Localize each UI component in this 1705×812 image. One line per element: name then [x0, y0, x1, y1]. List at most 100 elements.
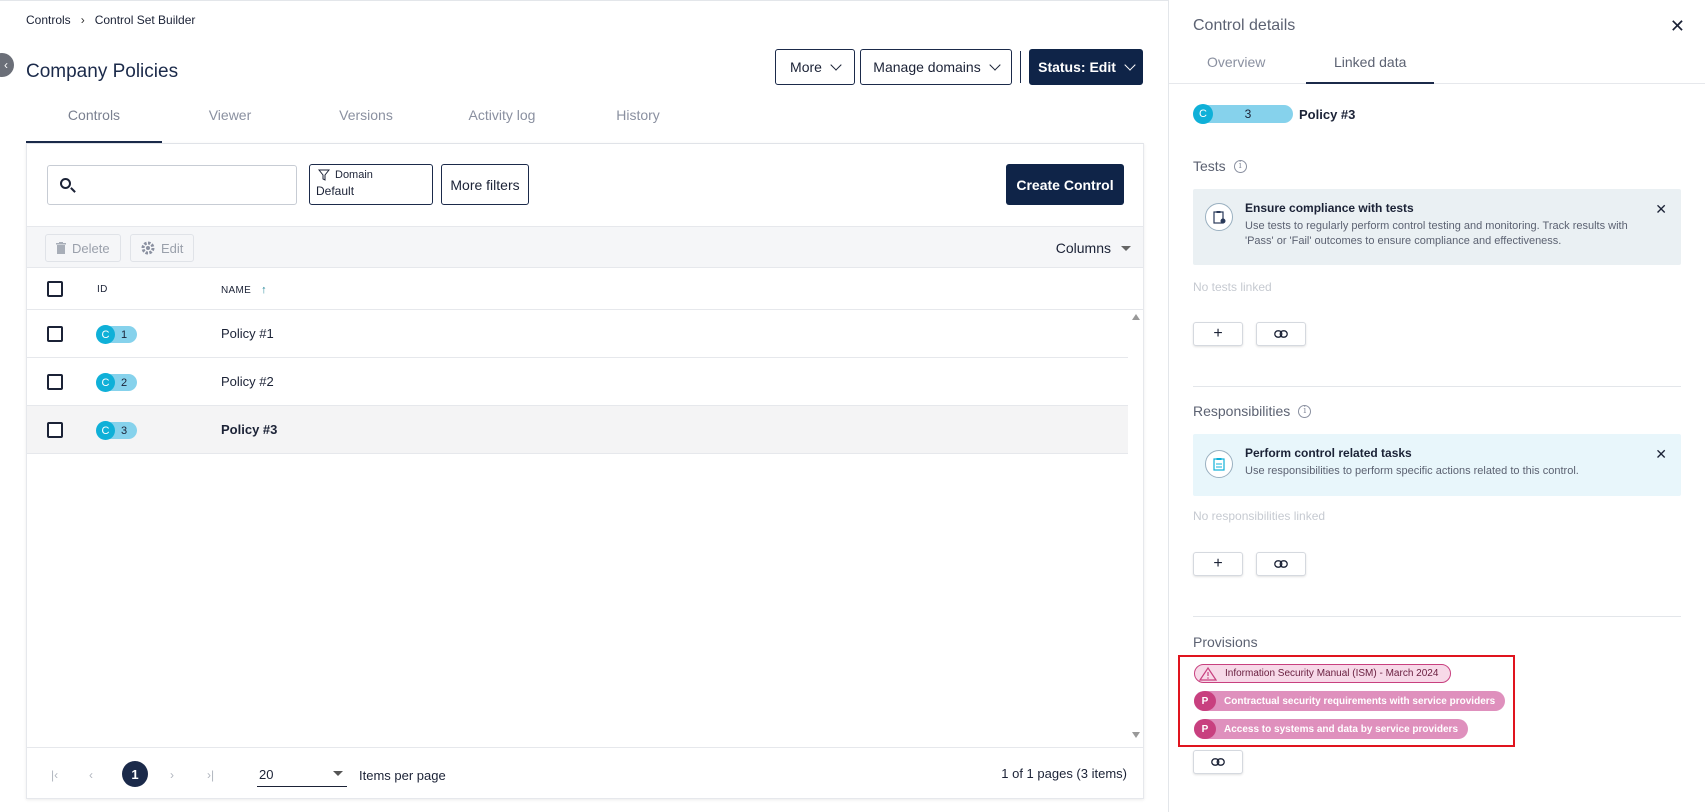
provision-chip[interactable]: P Contractual security requirements with…: [1194, 691, 1506, 711]
delete-button[interactable]: Delete: [45, 234, 121, 262]
provision-chip[interactable]: P Access to systems and data by service …: [1194, 719, 1469, 739]
caret-down-icon: [1121, 245, 1131, 251]
tests-notice: Ensure compliance with tests Use tests t…: [1193, 189, 1681, 265]
items-per-page-value: 20: [259, 767, 274, 782]
create-control-button[interactable]: Create Control: [1006, 164, 1124, 205]
link-provision-button[interactable]: [1193, 750, 1243, 774]
trash-icon: [56, 242, 66, 254]
items-per-page-select[interactable]: 20: [257, 761, 347, 787]
more-filters-button[interactable]: More filters: [441, 164, 529, 205]
tests-empty-text: No tests linked: [1193, 280, 1272, 294]
badge-prefix: C: [96, 325, 115, 344]
tab-linked-data[interactable]: Linked data: [1306, 54, 1435, 84]
provision-framework-label: Information Security Manual (ISM) - Marc…: [1225, 668, 1439, 679]
responsibilities-empty-text: No responsibilities linked: [1193, 509, 1326, 523]
scroll-up-icon[interactable]: [1132, 314, 1140, 320]
provision-prefix: P: [1194, 719, 1216, 739]
link-test-button[interactable]: [1256, 322, 1306, 346]
info-icon[interactable]: i: [1233, 159, 1247, 173]
tab-controls[interactable]: Controls: [26, 101, 162, 143]
table-scrollbar[interactable]: [1129, 310, 1143, 742]
last-page-icon[interactable]: ›|: [207, 768, 214, 782]
clipboard-icon: [1205, 203, 1233, 231]
prev-page-icon[interactable]: ‹: [89, 768, 93, 782]
chevron-down-icon: [989, 59, 1001, 71]
info-icon[interactable]: i: [1298, 404, 1312, 418]
manage-domains-button[interactable]: Manage domains: [860, 49, 1012, 85]
domain-filter[interactable]: Domain Default: [309, 164, 433, 205]
pagination-info: 1 of 1 pages (3 items): [1001, 766, 1127, 781]
tab-overview[interactable]: Overview: [1207, 54, 1265, 70]
columns-dropdown[interactable]: Columns: [1056, 240, 1131, 256]
section-divider: [1193, 386, 1681, 387]
tab-versions[interactable]: Versions: [298, 101, 434, 143]
responsibilities-title: Responsibilities: [1193, 403, 1291, 419]
delete-label: Delete: [72, 240, 110, 256]
select-all-checkbox[interactable]: [47, 281, 63, 297]
table-row[interactable]: C 2 Policy #2: [27, 358, 1128, 406]
column-header-name[interactable]: NAME ↑: [221, 284, 267, 296]
tab-activity-log[interactable]: Activity log: [434, 101, 570, 143]
controls-panel: Domain Default More filters Create Contr…: [26, 143, 1144, 799]
provision-prefix: P: [1194, 691, 1216, 711]
collapse-nav-button[interactable]: ‹: [0, 53, 14, 77]
breadcrumb-controls-link[interactable]: Controls: [26, 13, 71, 27]
side-tab-bar: Overview Linked data: [1169, 48, 1705, 84]
gear-icon: [141, 241, 155, 255]
close-icon[interactable]: ✕: [1670, 16, 1685, 37]
close-icon[interactable]: ✕: [1655, 201, 1667, 218]
row-name: Policy #1: [221, 326, 274, 341]
chevron-left-icon: ‹: [4, 58, 8, 72]
tests-notice-title: Ensure compliance with tests: [1245, 201, 1414, 215]
tests-title: Tests: [1193, 158, 1226, 174]
next-page-icon[interactable]: ›: [170, 768, 174, 782]
first-page-icon[interactable]: |‹: [51, 768, 58, 782]
control-id-badge: C 1: [96, 325, 138, 344]
main-area: Controls › Control Set Builder ‹ Company…: [0, 0, 1168, 812]
domain-filter-value: Default: [316, 184, 355, 198]
selected-control-name: Policy #3: [1299, 106, 1356, 122]
link-icon: [1211, 758, 1225, 766]
badge-prefix: C: [96, 373, 115, 392]
plus-icon: +: [1213, 555, 1223, 572]
manage-domains-label: Manage domains: [873, 59, 981, 75]
more-button[interactable]: More: [775, 49, 855, 85]
link-responsibility-button[interactable]: [1256, 552, 1306, 576]
column-header-name-label: NAME: [221, 284, 252, 296]
search-box: [47, 165, 297, 205]
chevron-down-icon: [1124, 59, 1136, 71]
sort-up-icon: ↑: [261, 284, 267, 296]
row-checkbox[interactable]: [47, 422, 63, 438]
close-icon[interactable]: ✕: [1655, 446, 1667, 463]
domain-filter-label: Domain: [335, 169, 373, 181]
tests-notice-text: Use tests to regularly perform control t…: [1245, 220, 1628, 247]
edit-button[interactable]: Edit: [130, 234, 195, 262]
row-checkbox[interactable]: [47, 374, 63, 390]
breadcrumb: Controls › Control Set Builder: [26, 13, 195, 27]
table-row-selected[interactable]: C 3 Policy #3: [27, 406, 1128, 454]
add-responsibility-button[interactable]: +: [1193, 552, 1243, 576]
status-button[interactable]: Status: Edit: [1029, 49, 1143, 85]
chevron-down-icon: [830, 59, 842, 71]
row-checkbox[interactable]: [47, 326, 63, 342]
provision-framework-chip[interactable]: Information Security Manual (ISM) - Marc…: [1194, 664, 1452, 683]
current-page[interactable]: 1: [122, 761, 148, 787]
add-test-button[interactable]: +: [1193, 322, 1243, 346]
page-title: Company Policies: [26, 61, 179, 82]
control-details-panel: Control details ✕ Overview Linked data C…: [1168, 0, 1705, 812]
tab-viewer[interactable]: Viewer: [162, 101, 298, 143]
tab-history[interactable]: History: [570, 101, 706, 143]
clipboard-icon: [1205, 450, 1233, 478]
search-input[interactable]: [82, 174, 282, 196]
scroll-down-icon[interactable]: [1132, 732, 1140, 738]
badge-number: 3: [1203, 105, 1293, 123]
filter-icon: [318, 169, 330, 181]
column-header-id[interactable]: ID: [97, 284, 108, 295]
search-icon: [60, 178, 71, 189]
side-panel-title: Control details: [1193, 17, 1296, 34]
edit-label: Edit: [161, 240, 184, 256]
pagination: |‹ ‹ 1 › ›| 20 Items per page 1 of 1 pag…: [27, 747, 1143, 799]
responsibilities-notice-text: Use responsibilities to perform specific…: [1245, 465, 1579, 477]
tab-bar: Controls Viewer Versions Activity log Hi…: [26, 101, 1144, 143]
table-row[interactable]: C 1 Policy #1: [27, 310, 1128, 358]
